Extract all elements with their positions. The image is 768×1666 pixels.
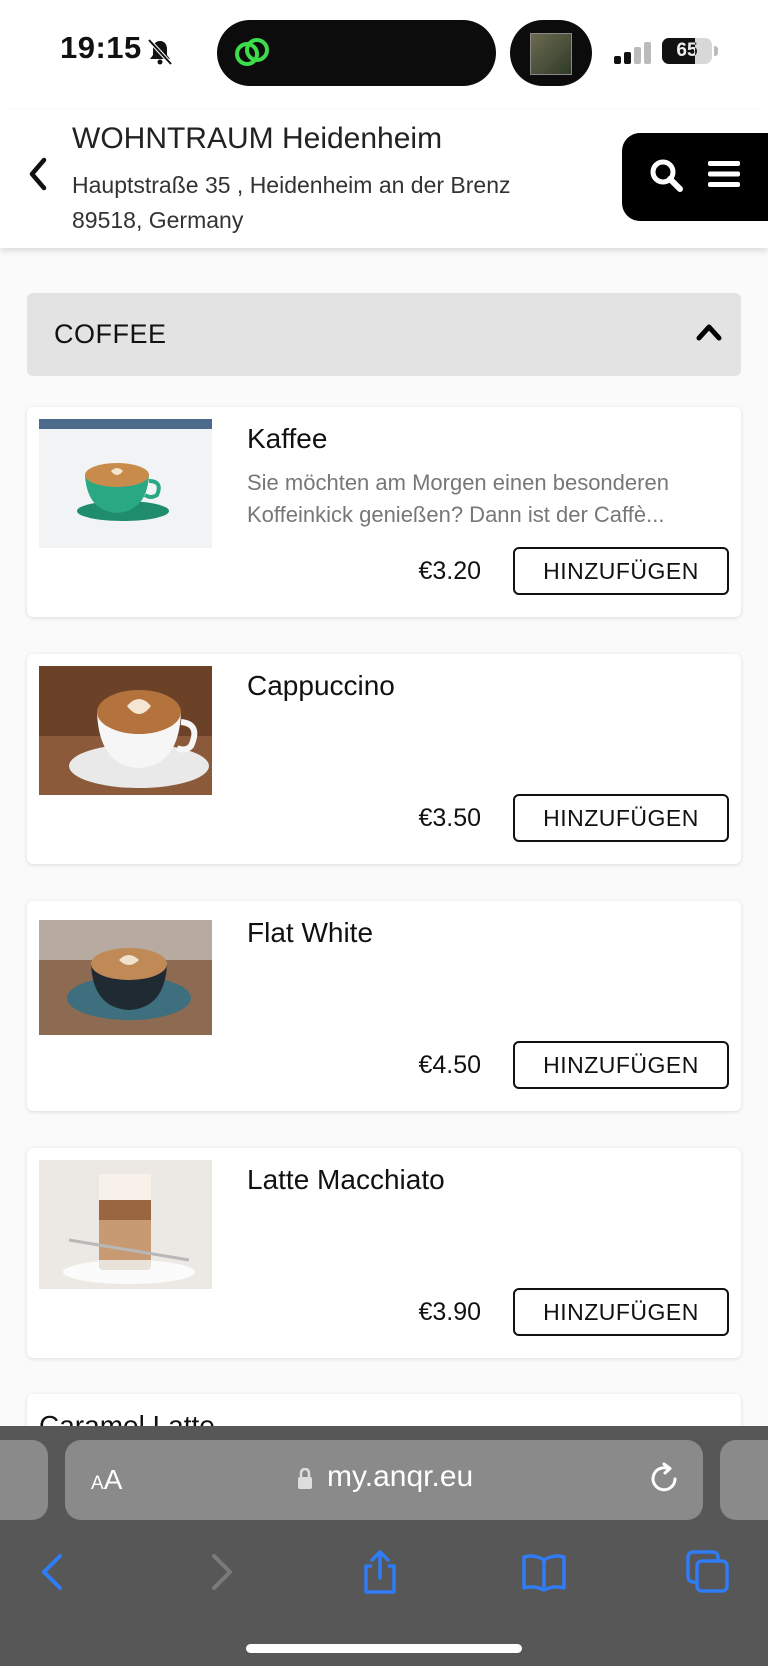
category-label: COFFEE — [54, 319, 167, 349]
product-description: Sie möchten am Morgen einen besonderen K… — [247, 470, 669, 527]
product-name: Latte Macchiato — [247, 1164, 445, 1195]
product-name: Cappuccino — [247, 670, 395, 701]
product-name: Kaffee — [247, 423, 328, 454]
forward-arrow-icon[interactable] — [196, 1548, 244, 1596]
product-image-flat-white — [39, 920, 212, 1035]
silent-bell-icon — [147, 38, 173, 66]
menu-content: COFFEE Kaffee Sie möchten am Morgen eine… — [0, 248, 768, 1426]
previous-tab-preview[interactable] — [0, 1440, 48, 1520]
chevron-left-icon[interactable] — [24, 154, 54, 194]
product-price: €4.50 — [418, 1051, 481, 1079]
battery-level: 65 — [676, 40, 698, 61]
product-card[interactable]: Latte Macchiato €3.90 HINZUFÜGEN — [27, 1148, 741, 1358]
product-image-kaffee — [39, 419, 212, 548]
product-price: €3.90 — [418, 1298, 481, 1326]
product-image-cappuccino — [39, 666, 212, 795]
battery-tip — [714, 46, 718, 56]
reader-settings-button[interactable]: AA — [91, 1464, 122, 1496]
browser-toolbar: AA my.anqr.eu — [0, 1426, 768, 1666]
address-bar[interactable]: AA my.anqr.eu — [65, 1440, 703, 1520]
next-tab-preview[interactable] — [720, 1440, 768, 1520]
app-link-icon — [235, 38, 269, 66]
tabs-icon[interactable] — [684, 1548, 732, 1596]
store-name: WOHNTRAUM Heidenheim — [72, 122, 443, 155]
product-price: €3.20 — [418, 557, 481, 585]
book-icon[interactable] — [520, 1548, 568, 1596]
product-card[interactable]: Cappuccino €3.50 HINZUFÜGEN — [27, 654, 741, 864]
add-to-cart-button[interactable]: HINZUFÜGEN — [513, 1288, 729, 1336]
dynamic-island — [217, 20, 496, 86]
home-indicator — [246, 1644, 522, 1653]
add-to-cart-button[interactable]: HINZUFÜGEN — [513, 547, 729, 595]
back-arrow-icon[interactable] — [30, 1548, 78, 1596]
category-header-coffee[interactable]: COFFEE — [27, 293, 741, 376]
album-art — [530, 33, 572, 75]
add-to-cart-button[interactable]: HINZUFÜGEN — [513, 794, 729, 842]
status-bar: 19:15 65 — [0, 0, 768, 110]
add-to-cart-button[interactable]: HINZUFÜGEN — [513, 1041, 729, 1089]
product-image-latte-macchiato — [39, 1160, 212, 1289]
cellular-signal-icon — [614, 42, 654, 64]
header-tools — [622, 133, 768, 221]
battery-indicator: 65 — [662, 38, 712, 64]
browser-nav — [0, 1548, 768, 1608]
reload-icon[interactable] — [647, 1462, 681, 1496]
product-name: Flat White — [247, 917, 374, 948]
product-card[interactable]: Caramel Latte — [27, 1394, 741, 1426]
hamburger-menu-icon[interactable] — [708, 159, 740, 189]
now-playing-island — [510, 20, 592, 86]
status-time: 19:15 — [60, 30, 142, 65]
share-icon[interactable] — [356, 1548, 404, 1596]
product-card[interactable]: Flat White €4.50 HINZUFÜGEN — [27, 901, 741, 1111]
chevron-up-icon[interactable] — [695, 321, 723, 343]
store-header: WOHNTRAUM Heidenheim Hauptstraße 35 , He… — [0, 110, 768, 248]
product-price: €3.50 — [418, 804, 481, 832]
store-address: Hauptstraße 35 , Heidenheim an der Brenz… — [72, 172, 511, 233]
search-icon[interactable] — [648, 157, 684, 193]
product-name: Caramel Latte — [39, 1410, 215, 1426]
url-text: my.anqr.eu — [327, 1460, 474, 1493]
product-card[interactable]: Kaffee Sie möchten am Morgen einen beson… — [27, 407, 741, 617]
lock-icon — [298, 1468, 312, 1489]
